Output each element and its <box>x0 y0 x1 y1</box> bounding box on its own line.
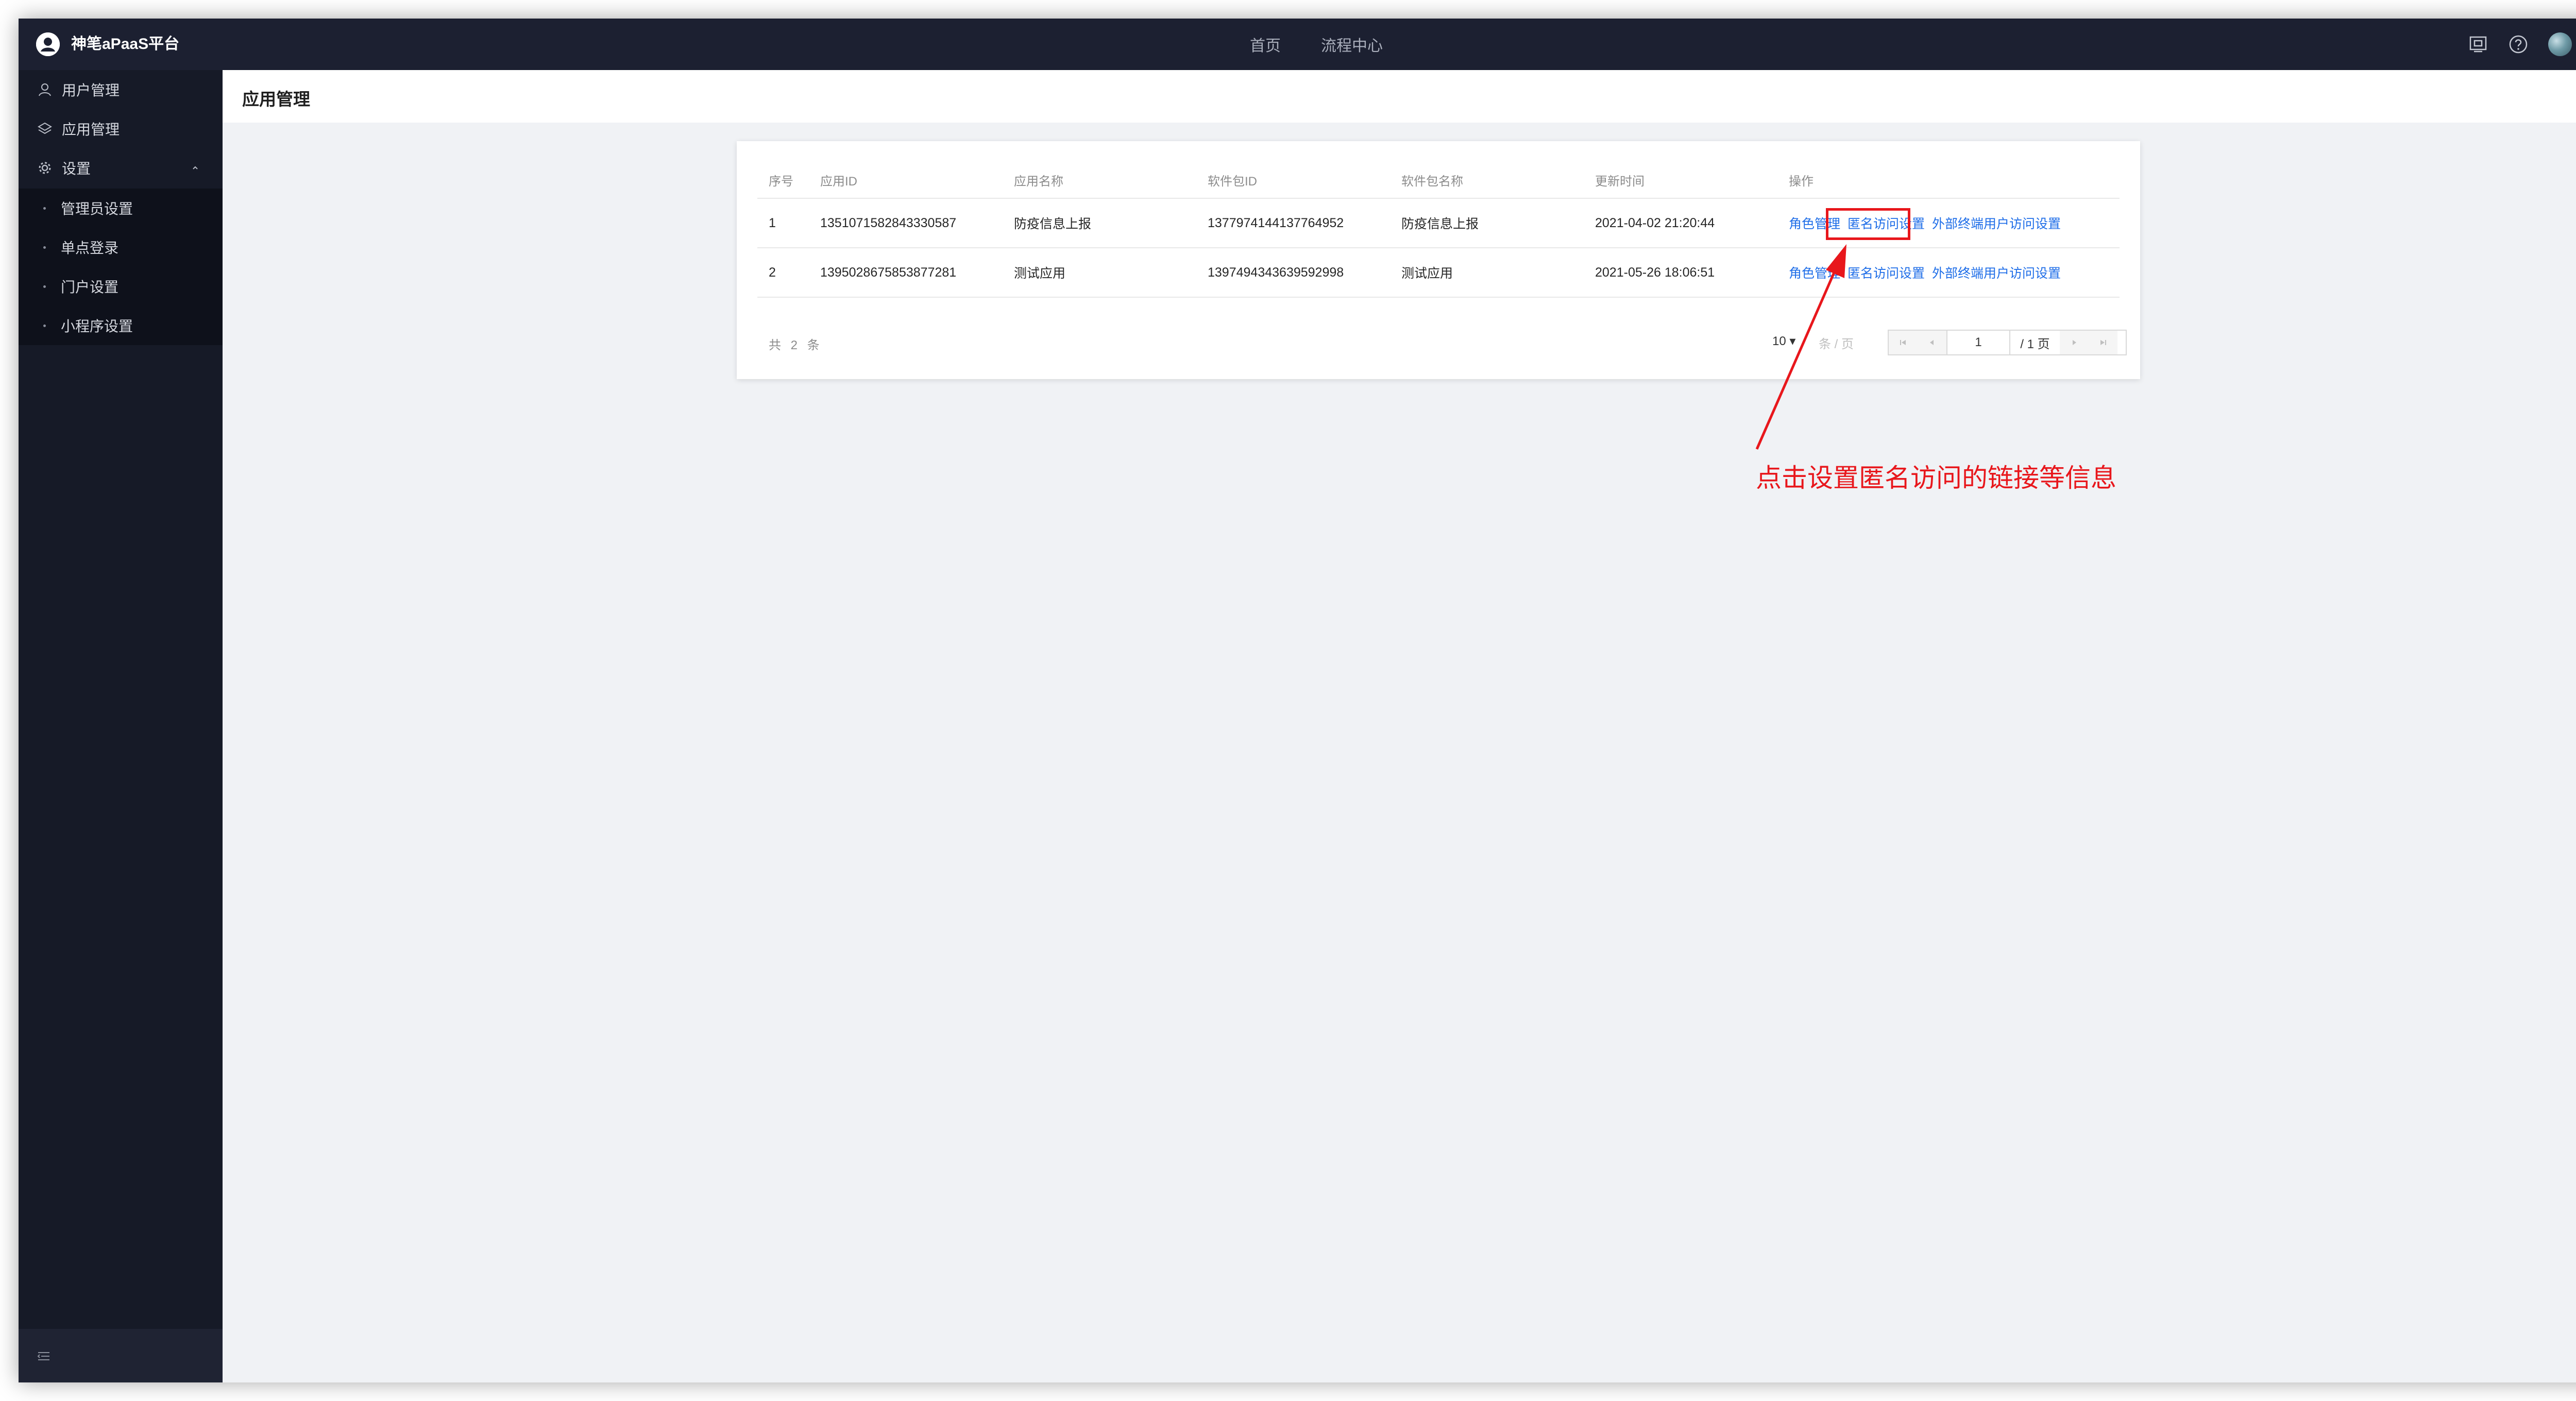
total-count: 共 2 条 <box>769 338 823 352</box>
total-pages: / 1 页 <box>2020 337 2050 351</box>
settings-submenu: 管理员设置 单点登录 门户设置 小程序设置 <box>19 189 223 345</box>
prev-page-button[interactable] <box>1918 331 1946 354</box>
table-row: 2 1395028675853877281 测试应用 1397494343639… <box>757 248 2120 298</box>
avatar[interactable] <box>2548 32 2572 56</box>
column-header: 软件包ID <box>1208 174 1257 189</box>
submenu-item-label: 单点登录 <box>61 240 119 256</box>
role-management-link[interactable]: 角色管理 <box>1789 263 1840 282</box>
cell-app-name: 测试应用 <box>1014 266 1066 281</box>
submenu-item-label: 小程序设置 <box>61 318 133 334</box>
column-header: 应用名称 <box>1014 174 1063 189</box>
next-page-icon <box>2073 340 2076 345</box>
cell-pkg-name: 测试应用 <box>1401 266 1453 281</box>
screen-icon[interactable] <box>2468 34 2488 55</box>
sidebar-item-label: 设置 <box>62 161 91 177</box>
page-title: 应用管理 <box>242 90 310 109</box>
sidebar-item-label: 应用管理 <box>62 122 120 138</box>
bullet-icon <box>43 246 46 249</box>
sidebar-item-apps[interactable]: 应用管理 <box>19 109 223 148</box>
sidebar-item-users[interactable]: 用户管理 <box>19 70 223 109</box>
cell-actions: 角色管理 匿名访问设置 外部终端用户访问设置 <box>1789 248 2061 297</box>
cell-app-id: 1351071582843330587 <box>820 215 957 230</box>
cell-app-id: 1395028675853877281 <box>820 265 957 280</box>
page-size-value: 10 <box>1772 334 1786 348</box>
submenu-item-label: 门户设置 <box>61 279 119 295</box>
layers-icon <box>38 122 52 134</box>
submenu-item-label: 管理员设置 <box>61 201 133 217</box>
app-title[interactable]: 神笔aPaaS平台 <box>71 33 179 55</box>
cell-pkg-name: 防疫信息上报 <box>1401 217 1479 231</box>
column-header: 序号 <box>769 174 793 189</box>
top-right-tools: 贾攀 <box>2468 19 2576 70</box>
cell-pkg-id: 1377974144137764952 <box>1208 215 1344 230</box>
bullet-icon <box>43 207 46 210</box>
cell-updated: 2021-05-26 18:06:51 <box>1595 265 1715 280</box>
table-row: 1 1351071582843330587 防疫信息上报 13779741441… <box>757 199 2120 248</box>
top-bar: 神笔aPaaS平台 首页 流程中心 贾攀 <box>19 19 2576 70</box>
column-header: 软件包名称 <box>1401 174 1463 189</box>
cell-updated: 2021-04-02 21:20:44 <box>1595 215 1715 230</box>
first-page-icon <box>1900 340 1906 345</box>
submenu-item-sso[interactable]: 单点登录 <box>19 228 223 267</box>
gear-icon <box>39 162 51 174</box>
table-header: 序号 应用ID 应用名称 软件包ID 软件包名称 更新时间 操作 <box>757 162 2120 199</box>
bullet-icon <box>43 324 46 327</box>
last-page-icon <box>2100 340 2106 345</box>
bullet-icon <box>43 285 46 288</box>
column-header: 应用ID <box>820 174 857 189</box>
page-header: 应用管理 <box>223 70 2576 123</box>
nav-home[interactable]: 首页 <box>1250 33 1281 56</box>
next-page-button[interactable] <box>2060 331 2089 354</box>
prev-page-icon <box>1930 340 1934 345</box>
last-page-button[interactable] <box>2089 331 2117 354</box>
column-header: 更新时间 <box>1595 174 1645 189</box>
cell-app-name: 防疫信息上报 <box>1014 217 1092 231</box>
cell-pkg-id: 1397494343639592998 <box>1208 265 1344 280</box>
annotation-text: 点击设置匿名访问的链接等信息 <box>1756 464 2116 492</box>
cell-index: 1 <box>769 215 776 230</box>
submenu-item-portal[interactable]: 门户设置 <box>19 267 223 306</box>
chevron-up-icon[interactable] <box>190 162 201 174</box>
nav-process-center[interactable]: 流程中心 <box>1321 33 1383 56</box>
submenu-item-admin[interactable]: 管理员设置 <box>19 189 223 228</box>
external-user-access-link[interactable]: 外部终端用户访问设置 <box>1932 214 2061 232</box>
submenu-item-miniprogram[interactable]: 小程序设置 <box>19 306 223 345</box>
logo-person-icon[interactable] <box>36 32 60 56</box>
app-table-card: 序号 应用ID 应用名称 软件包ID 软件包名称 更新时间 操作 1 13510… <box>737 141 2140 379</box>
collapse-menu-icon[interactable] <box>36 1348 52 1364</box>
sidebar-item-label: 用户管理 <box>62 82 120 98</box>
external-user-access-link[interactable]: 外部终端用户访问设置 <box>1932 263 2061 282</box>
sidebar: 用户管理 应用管理 设置 管理员设置 单点登录 门户设置 小程序设置 <box>19 70 223 1382</box>
sidebar-item-settings[interactable]: 设置 <box>19 148 223 187</box>
page-number-input[interactable]: 1 <box>1946 331 2010 354</box>
app-window: 神笔aPaaS平台 首页 流程中心 贾攀 <box>19 19 2576 1382</box>
help-icon[interactable] <box>2508 34 2529 55</box>
page-size-suffix: 条 / 页 <box>1819 337 1854 351</box>
highlight-box <box>1826 208 1910 240</box>
pagination: 1 / 1 页 <box>1888 330 2127 355</box>
cell-index: 2 <box>769 265 776 280</box>
sidebar-footer <box>19 1329 223 1382</box>
first-page-button[interactable] <box>1889 331 1918 354</box>
top-nav: 首页 流程中心 <box>1250 19 1383 70</box>
column-header: 操作 <box>1789 174 1814 189</box>
page-size-select[interactable]: 10 ▾ <box>1772 334 1795 349</box>
user-icon <box>39 83 51 96</box>
anonymous-access-link[interactable]: 匿名访问设置 <box>1848 263 1925 282</box>
